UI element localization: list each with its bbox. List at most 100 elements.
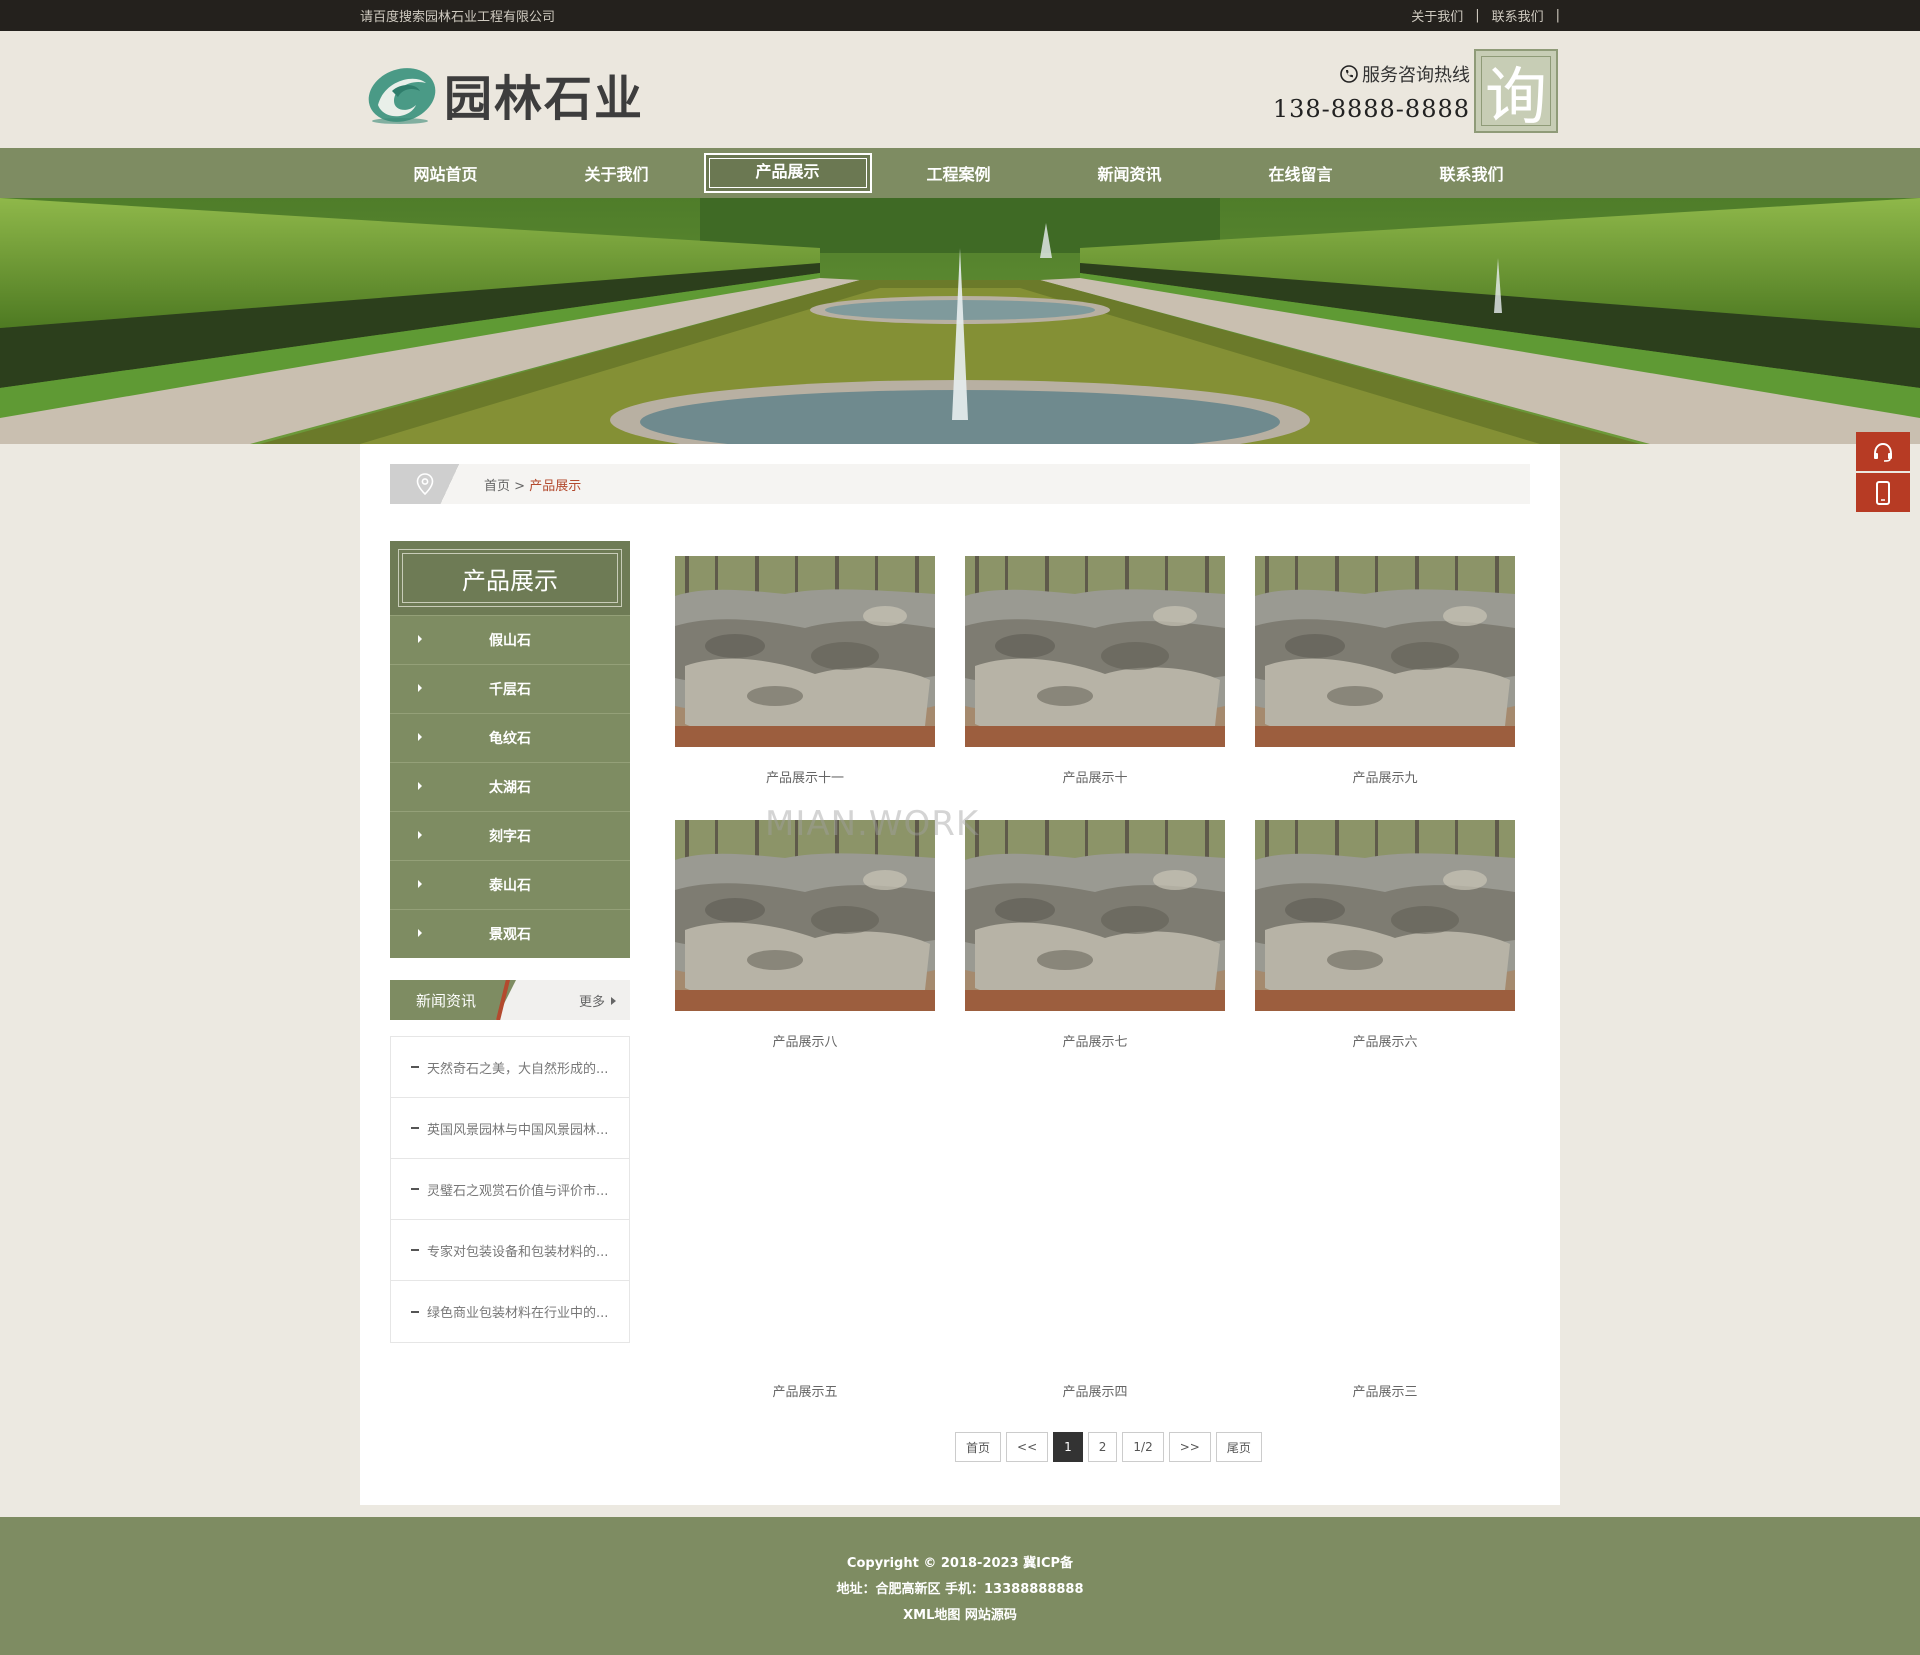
product-name[interactable]: 产品展示六 xyxy=(1255,1031,1515,1050)
top-link-about[interactable]: 关于我们 xyxy=(1399,6,1475,25)
news-item[interactable]: 英国风景园林与中国风景园林... xyxy=(391,1098,629,1159)
sidebar-item-qianceng[interactable]: 千层石 xyxy=(390,664,630,713)
location-pin-icon xyxy=(416,473,434,495)
breadcrumb: 首页 > 产品展示 xyxy=(390,464,1530,504)
garden-banner-image xyxy=(0,198,1920,444)
nav-item-contact[interactable]: 联系我们 xyxy=(1386,148,1557,198)
phone-icon xyxy=(1340,65,1358,83)
product-image[interactable] xyxy=(1255,556,1515,747)
product-name[interactable]: 产品展示五 xyxy=(675,1381,935,1400)
sidebar: 产品展示 假山石 千层石 龟纹石 太湖石 刻字石 泰山石 景观石 新闻资讯 更多… xyxy=(390,541,630,1343)
sidebar-item-jingguan[interactable]: 景观石 xyxy=(390,909,630,958)
top-link-separator: | xyxy=(1555,8,1560,23)
top-link-contact[interactable]: 联系我们 xyxy=(1480,6,1556,25)
breadcrumb-text: 首页 > 产品展示 xyxy=(484,475,581,494)
caret-right-icon xyxy=(418,929,422,937)
product-image[interactable] xyxy=(675,820,935,1011)
main-content: 首页 > 产品展示 产品展示 假山石 千层石 龟纹石 太湖石 刻字石 泰山石 景… xyxy=(360,444,1560,1505)
site-header: 园林石业 服务咨询热线 138-8888-8888 询 xyxy=(0,31,1920,148)
caret-right-icon xyxy=(418,684,422,692)
dash-icon xyxy=(411,1310,419,1313)
logo-swirl-icon xyxy=(368,68,436,124)
news-title: 新闻资讯 xyxy=(390,980,516,1020)
pager-last[interactable]: 尾页 xyxy=(1215,1432,1262,1462)
nav-item-home[interactable]: 网站首页 xyxy=(360,148,531,198)
product-image-placeholder[interactable] xyxy=(1255,1084,1515,1365)
dash-icon xyxy=(411,1188,419,1190)
caret-right-icon xyxy=(418,733,422,741)
footer-links[interactable]: XML地图 网站源码 xyxy=(0,1603,1920,1629)
nav-item-cases[interactable]: 工程案例 xyxy=(873,148,1044,198)
site-logo[interactable]: 园林石业 xyxy=(364,59,644,129)
product-name[interactable]: 产品展示九 xyxy=(1255,767,1515,786)
breadcrumb-home[interactable]: 首页 xyxy=(484,479,510,494)
mobile-icon xyxy=(1876,480,1890,505)
sidebar-title: 产品展示 xyxy=(398,549,622,607)
news-item[interactable]: 灵璧石之观赏石价值与评价市... xyxy=(391,1159,629,1220)
main-nav: 网站首页 关于我们 产品展示 工程案例 新闻资讯 在线留言 联系我们 xyxy=(0,148,1920,198)
nav-item-products[interactable]: 产品展示 xyxy=(702,148,873,198)
product-card[interactable]: 产品展示三 xyxy=(1255,1084,1515,1400)
caret-right-icon xyxy=(418,635,422,643)
product-name[interactable]: 产品展示十 xyxy=(965,767,1225,786)
product-card[interactable]: 产品展示五 xyxy=(675,1084,935,1400)
nav-item-news[interactable]: 新闻资讯 xyxy=(1044,148,1215,198)
float-mobile-button[interactable] xyxy=(1856,473,1910,512)
sidebar-item-guiwen[interactable]: 龟纹石 xyxy=(390,713,630,762)
pagination: 首页 << 1 2 1/2 >> 尾页 xyxy=(955,1432,1262,1462)
product-image[interactable] xyxy=(965,556,1225,747)
product-card[interactable]: 产品展示十一 xyxy=(675,556,935,786)
hotline: 服务咨询热线 138-8888-8888 xyxy=(1273,61,1470,123)
hero-banner xyxy=(0,198,1920,444)
product-image-placeholder[interactable] xyxy=(675,1084,935,1365)
news-item[interactable]: 天然奇石之美，大自然形成的... xyxy=(391,1037,629,1098)
sidebar-item-taihu[interactable]: 太湖石 xyxy=(390,762,630,811)
pager-prev[interactable]: << xyxy=(1006,1432,1049,1462)
product-image[interactable] xyxy=(1255,820,1515,1011)
sidebar-item-jiashan[interactable]: 假山石 xyxy=(390,615,630,664)
top-bar: 请百度搜索园林石业工程有限公司 关于我们 | 联系我们 | xyxy=(0,0,1920,31)
site-tagline: 请百度搜索园林石业工程有限公司 xyxy=(360,10,556,25)
pager-first[interactable]: 首页 xyxy=(955,1432,1002,1462)
news-header: 新闻资讯 更多 xyxy=(390,980,630,1020)
sidebar-item-kezi[interactable]: 刻字石 xyxy=(390,811,630,860)
site-footer: Copyright © 2018-2023 冀ICP备 地址：合肥高新区 手机：… xyxy=(0,1517,1920,1655)
nav-item-about[interactable]: 关于我们 xyxy=(531,148,702,198)
breadcrumb-current: 产品展示 xyxy=(529,478,582,494)
product-name[interactable]: 产品展示三 xyxy=(1255,1381,1515,1400)
footer-copyright: Copyright © 2018-2023 冀ICP备 xyxy=(846,1556,1074,1571)
hotline-label: 服务咨询热线 xyxy=(1362,65,1470,86)
sidebar-header: 产品展示 xyxy=(390,541,630,615)
product-card[interactable]: 产品展示九 xyxy=(1255,556,1515,786)
dash-icon xyxy=(411,1066,419,1068)
dash-icon xyxy=(411,1127,419,1129)
product-image-placeholder[interactable] xyxy=(965,1084,1225,1365)
sidebar-item-taishan[interactable]: 泰山石 xyxy=(390,860,630,909)
pager-page-2[interactable]: 2 xyxy=(1087,1432,1118,1462)
footer-address: 地址：合肥高新区 手机：13388888888 xyxy=(836,1582,1084,1597)
headset-icon xyxy=(1874,442,1892,462)
product-name[interactable]: 产品展示十一 xyxy=(675,767,935,786)
product-name[interactable]: 产品展示七 xyxy=(965,1031,1225,1050)
product-image[interactable] xyxy=(675,556,935,747)
product-name[interactable]: 产品展示四 xyxy=(965,1381,1225,1400)
consult-badge: 询 xyxy=(1474,49,1558,133)
hotline-number: 138-8888-8888 xyxy=(1272,95,1470,123)
product-card[interactable]: 产品展示八 xyxy=(675,820,935,1050)
product-card[interactable]: 产品展示四 xyxy=(965,1084,1225,1400)
news-item[interactable]: 绿色商业包装材料在行业中的... xyxy=(391,1281,629,1342)
pager-page-1[interactable]: 1 xyxy=(1053,1432,1083,1462)
news-more-link[interactable]: 更多 xyxy=(579,991,616,1010)
product-name[interactable]: 产品展示八 xyxy=(675,1031,935,1050)
watermark: MIAN.WORK xyxy=(765,804,980,844)
floating-contact xyxy=(1856,432,1910,514)
product-image[interactable] xyxy=(965,820,1225,1011)
product-card[interactable]: 产品展示十 xyxy=(965,556,1225,786)
product-card[interactable]: 产品展示七 xyxy=(965,820,1225,1050)
breadcrumb-separator: > xyxy=(510,478,530,494)
pager-next[interactable]: >> xyxy=(1168,1432,1211,1462)
product-card[interactable]: 产品展示六 xyxy=(1255,820,1515,1050)
news-item[interactable]: 专家对包装设备和包装材料的... xyxy=(391,1220,629,1281)
float-service-button[interactable] xyxy=(1856,432,1910,471)
nav-item-message[interactable]: 在线留言 xyxy=(1215,148,1386,198)
